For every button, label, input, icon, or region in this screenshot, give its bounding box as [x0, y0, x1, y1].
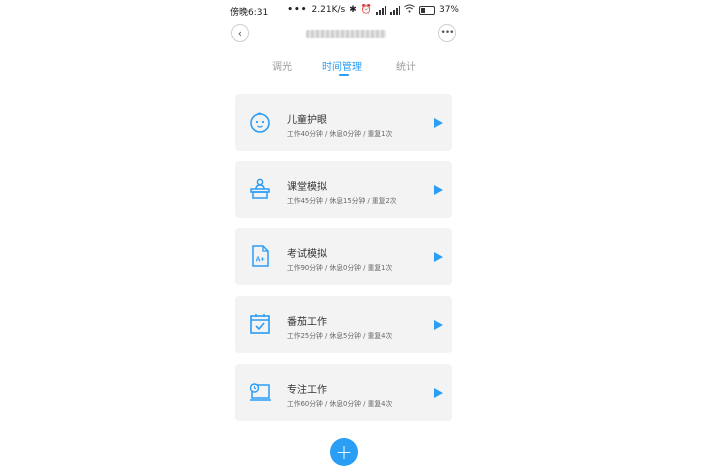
card-child-eye-care[interactable]: 儿童护眼 工作40分钟 / 休息0分钟 / 重复1次 [235, 94, 452, 151]
card-subtitle: 工作40分钟 / 休息0分钟 / 重复1次 [287, 130, 393, 138]
tab-bar: 调光 时间管理 统计 [224, 58, 465, 80]
card-subtitle: 工作45分钟 / 休息15分钟 / 重复2次 [287, 197, 397, 205]
tab-statistics[interactable]: 统计 [396, 58, 416, 73]
card-title: 考试模拟 [287, 249, 327, 260]
play-icon[interactable] [432, 251, 444, 263]
card-title: 儿童护眼 [287, 115, 327, 126]
ellipsis-icon: ••• [440, 28, 455, 38]
card-focus-work[interactable]: 专注工作 工作60分钟 / 休息0分钟 / 重复4次 [235, 364, 452, 421]
card-title: 番茄工作 [287, 317, 327, 328]
exam-paper-icon: A+ [248, 244, 272, 268]
plus-icon: + [335, 440, 353, 464]
back-button[interactable]: ‹ [231, 24, 249, 42]
status-indicators: ••• 2.21K/s ✱ ⏰ 37% [287, 4, 459, 16]
more-dots-icon: ••• [287, 5, 308, 15]
active-tab-indicator [339, 74, 349, 76]
screenshot-stage: 傍晚6:31 ••• 2.21K/s ✱ ⏰ 37% ‹ ••• 调光 时间管理… [0, 0, 709, 473]
play-icon[interactable] [432, 319, 444, 331]
play-icon[interactable] [432, 184, 444, 196]
status-time: 傍晚6:31 [230, 8, 269, 18]
wifi-icon [404, 4, 415, 16]
blurred-device-title [306, 30, 386, 38]
phone-screen: 傍晚6:31 ••• 2.21K/s ✱ ⏰ 37% ‹ ••• 调光 时间管理… [224, 0, 465, 473]
battery-icon [418, 5, 435, 15]
card-pomodoro-work[interactable]: 番茄工作 工作25分钟 / 休息5分钟 / 重复4次 [235, 296, 452, 353]
network-speed: 2.21K/s [311, 5, 346, 15]
card-subtitle: 工作90分钟 / 休息0分钟 / 重复1次 [287, 264, 393, 272]
card-title: 专注工作 [287, 385, 327, 396]
chevron-left-icon: ‹ [237, 26, 243, 40]
card-classroom-sim[interactable]: 课堂模拟 工作45分钟 / 休息15分钟 / 重复2次 [235, 161, 452, 218]
card-subtitle: 工作60分钟 / 休息0分钟 / 重复4次 [287, 400, 393, 408]
classroom-desk-icon [248, 177, 272, 201]
alarm-icon: ⏰ [360, 5, 372, 15]
child-face-icon [248, 110, 272, 134]
calendar-check-icon [248, 312, 272, 336]
status-bar: 傍晚6:31 ••• 2.21K/s ✱ ⏰ 37% [224, 0, 465, 20]
battery-level: 37% [438, 5, 459, 15]
more-button[interactable]: ••• [438, 24, 456, 42]
add-button[interactable]: + [330, 438, 358, 466]
card-title: 课堂模拟 [287, 182, 327, 193]
tab-dimming[interactable]: 调光 [272, 58, 292, 73]
play-icon[interactable] [432, 387, 444, 399]
tab-time-management[interactable]: 时间管理 [322, 58, 362, 73]
laptop-clock-icon [248, 380, 272, 404]
play-icon[interactable] [432, 117, 444, 129]
signal-icon [375, 5, 386, 15]
card-exam-sim[interactable]: A+ 考试模拟 工作90分钟 / 休息0分钟 / 重复1次 [235, 228, 452, 285]
svg-text:A+: A+ [256, 257, 265, 264]
nav-bar: ‹ ••• [224, 22, 465, 44]
signal-icon-2 [389, 5, 400, 15]
bluetooth-icon: ✱ [349, 5, 357, 15]
card-subtitle: 工作25分钟 / 休息5分钟 / 重复4次 [287, 332, 393, 340]
